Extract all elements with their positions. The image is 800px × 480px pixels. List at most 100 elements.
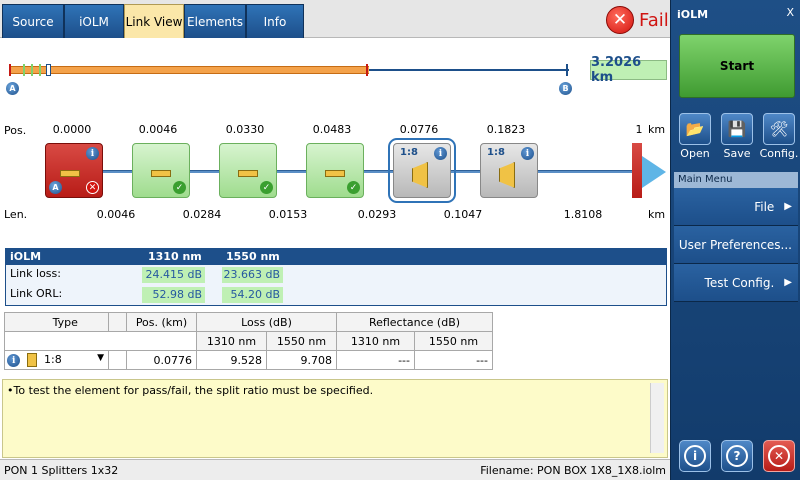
folder-open-icon: 📂 (685, 120, 705, 138)
start-label: Start (719, 59, 755, 73)
row-filler (493, 351, 668, 370)
save-label: Save (723, 147, 751, 160)
summary-row-loss: Link loss: 24.415 dB 23.663 dB (6, 265, 666, 285)
marker-a-icon: A (49, 181, 62, 194)
pos-value: 0.0776 (399, 123, 439, 136)
save-button[interactable]: 💾 (721, 113, 753, 145)
marker-b-label: B (562, 84, 569, 93)
chevron-right-icon: ▶ (784, 201, 792, 212)
status-filename: Filename: PON BOX 1X8_1X8.iolm (480, 464, 666, 477)
len-label: Len. (4, 208, 28, 221)
status-left: PON 1 Splitters 1x32 (4, 464, 119, 477)
tools-icon: 🛠 (769, 120, 789, 138)
marker-b-icon: B (559, 82, 572, 95)
pos-value: 1 (635, 123, 643, 136)
splitter-element-selected[interactable]: 1:8 i (388, 138, 456, 203)
tab-source[interactable]: Source (2, 4, 64, 38)
span-tick (566, 64, 568, 76)
fail-x-icon: ✕ (606, 6, 634, 34)
info-icon[interactable]: i (434, 147, 447, 160)
main-menu-header: Main Menu (674, 172, 798, 188)
tab-elements[interactable]: Elements (184, 4, 246, 38)
tab-bar: Source iOLM Link View Elements Info ✕ Fa… (0, 0, 670, 38)
info-icon[interactable]: i (7, 354, 21, 368)
table-row[interactable]: i 1:8 ▼ 0.0776 9.528 9.708 --- --- (4, 350, 668, 370)
chevron-down-icon[interactable]: ▼ (97, 353, 104, 363)
splitter-icon (499, 162, 515, 188)
span-tick (9, 64, 11, 76)
floppy-disk-icon: 💾 (727, 120, 747, 138)
menu-item-test-config[interactable]: Test Config. ▶ (674, 264, 798, 302)
verdict-status: ✕ Fail (606, 6, 669, 34)
subheader-blank (4, 331, 197, 351)
open-label: Open (680, 147, 710, 160)
connector-icon (238, 170, 258, 177)
scroll-right-arrow-icon[interactable] (642, 156, 666, 188)
menu-label: User Preferences... (678, 237, 792, 252)
about-button[interactable]: i (679, 440, 711, 472)
close-icon[interactable]: X (786, 6, 794, 19)
info-icon: i (684, 445, 706, 467)
summary-title: iOLM (10, 250, 42, 263)
pos-value: 0.0046 (138, 123, 178, 136)
orl-1550: 54.20 dB (222, 287, 283, 303)
menu-item-user-preferences[interactable]: User Preferences... (674, 226, 798, 264)
row-label: Link loss: (10, 267, 61, 280)
launch-element[interactable]: i A ✕ (45, 143, 103, 198)
subheader-loss-1310: 1310 nm (196, 331, 267, 351)
splitter-element[interactable]: 1:8 i (480, 143, 538, 198)
summary-col-1550: 1550 nm (226, 250, 280, 263)
pass-check-icon: ✓ (347, 181, 360, 194)
connector-icon (60, 170, 80, 177)
span-tick (23, 64, 25, 76)
pos-value: 0.1823 (486, 123, 526, 136)
tab-link-view[interactable]: Link View (124, 4, 184, 38)
pos-label: Pos. (4, 124, 27, 137)
len-unit: km (648, 208, 666, 221)
connector-element[interactable]: ✓ (306, 143, 364, 198)
connector-icon (325, 170, 345, 177)
tab-info[interactable]: Info (246, 4, 304, 38)
end-element[interactable] (632, 143, 642, 198)
start-button[interactable]: Start (679, 34, 795, 98)
header-blank (4, 312, 23, 332)
pos-value: 0.0330 (225, 123, 265, 136)
info-message-box: •To test the element for pass/fail, the … (2, 379, 668, 458)
orl-1310: 52.98 dB (142, 287, 205, 303)
type-select[interactable]: 1:8 ▼ (22, 350, 109, 370)
info-icon[interactable]: i (521, 147, 534, 160)
refl-1310-cell: --- (336, 350, 415, 370)
span-highlight (9, 66, 369, 74)
help-button[interactable]: ? (721, 440, 753, 472)
row-info-cell[interactable]: i (4, 350, 23, 370)
tab-iolm[interactable]: iOLM (64, 4, 124, 38)
side-panel: iOLM X Start 📂 Open 💾 Save 🛠 Config. Mai… (670, 0, 800, 480)
fail-icon: ✕ (86, 181, 99, 194)
header-blank (108, 312, 127, 332)
info-icon[interactable]: i (86, 147, 99, 160)
connector-element[interactable]: ✓ (219, 143, 277, 198)
verdict-label: Fail (639, 9, 669, 31)
summary-row-orl: Link ORL: 52.98 dB 54.20 dB (6, 285, 666, 305)
loss-1550: 23.663 dB (222, 267, 283, 283)
scrollbar[interactable] (650, 383, 664, 453)
connector-element[interactable]: ✓ (132, 143, 190, 198)
menu-label: Test Config. (704, 275, 775, 290)
subheader-refl-1310: 1310 nm (336, 331, 415, 351)
tab-label: Source (12, 14, 54, 29)
exit-button[interactable]: ✕ (763, 440, 795, 472)
subheader-refl-1550: 1550 nm (414, 331, 493, 351)
len-value: 0.0046 (96, 208, 136, 221)
pos-unit: km (648, 123, 666, 136)
marker-a-label: A (9, 84, 16, 93)
side-title: iOLM (677, 8, 709, 21)
loss-1550-cell: 9.708 (266, 350, 337, 370)
span-window-marker[interactable] (46, 64, 51, 76)
header-pos: Pos. (km) (126, 312, 197, 332)
menu-item-file[interactable]: File ▶ (674, 188, 798, 226)
open-button[interactable]: 📂 (679, 113, 711, 145)
config-button[interactable]: 🛠 (763, 113, 795, 145)
span-overview-bar[interactable] (9, 64, 569, 76)
total-length: 3.2026 km (590, 55, 667, 85)
link-summary-table: iOLM 1310 nm 1550 nm Link loss: 24.415 d… (5, 248, 667, 306)
